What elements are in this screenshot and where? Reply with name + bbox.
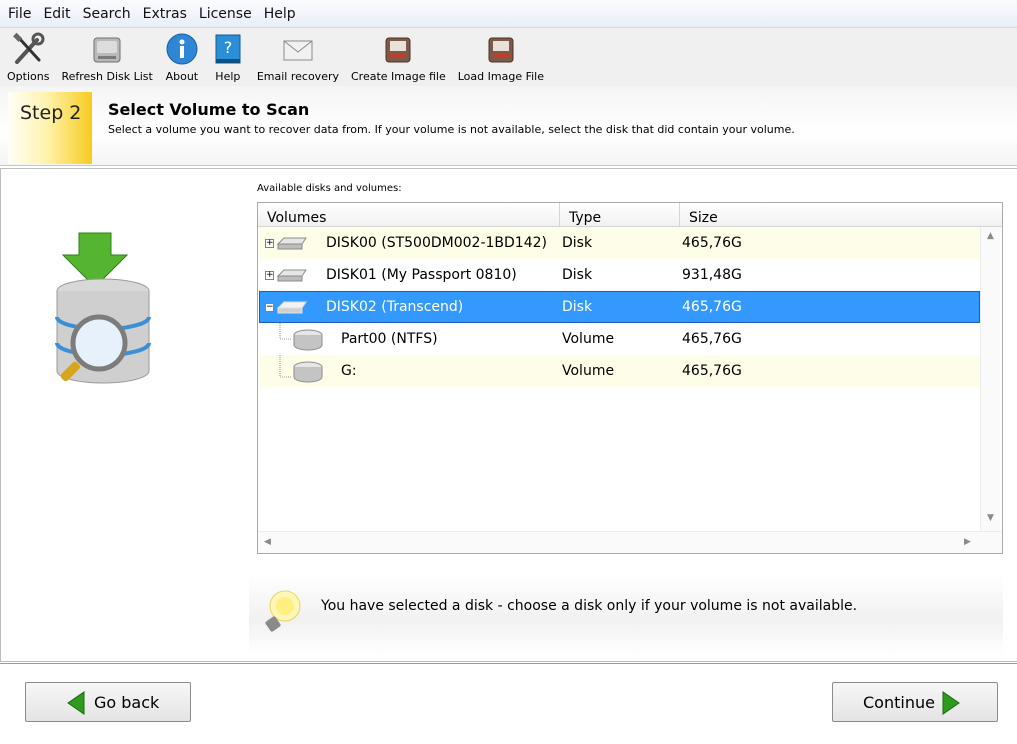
arrow-left-icon (67, 691, 85, 715)
volume-type: Volume (562, 331, 615, 347)
menu-help[interactable]: Help (258, 0, 302, 28)
disk-icon (276, 237, 307, 250)
volume-name: G: (341, 363, 357, 379)
create-image-icon (381, 32, 415, 66)
menu-license[interactable]: License (193, 0, 258, 28)
disk-scan-illustration-icon (51, 231, 161, 391)
help-label: Help (215, 70, 241, 83)
lightbulb-icon (265, 590, 301, 632)
volume-name: DISK01 (My Passport 0810) (326, 267, 517, 283)
column-header-volumes[interactable]: Volumes (258, 203, 560, 227)
volume-size: 465,76G (682, 235, 742, 251)
volume-type: Volume (562, 363, 615, 379)
options-tools-icon (11, 32, 45, 66)
info-banner: You have selected a disk - choose a disk… (249, 574, 1003, 656)
column-header-size[interactable]: Size (680, 203, 1002, 227)
continue-label: Continue (863, 692, 935, 712)
table-row[interactable]: + DISK01 (My Passport 0810) Disk 931,48G (259, 259, 980, 291)
volume-type: Disk (562, 267, 593, 283)
volume-list[interactable]: Volumes Type Size + DISK00 (ST500DM002-1… (257, 202, 1003, 554)
options-button[interactable]: Options (4, 28, 52, 83)
volume-size: 465,76G (682, 299, 742, 315)
volume-name: Part00 (NTFS) (341, 331, 438, 347)
create-image-file-button[interactable]: Create Image file (348, 28, 449, 83)
volume-name: DISK00 (ST500DM002-1BD142) (326, 235, 547, 251)
scroll-up-icon[interactable]: ▲ (987, 231, 994, 241)
email-recovery-label: Email recovery (256, 70, 339, 83)
scroll-down-icon[interactable]: ▼ (987, 513, 994, 523)
email-recovery-button[interactable]: Email recovery (254, 28, 342, 83)
volume-size: 931,48G (682, 267, 742, 283)
load-image-file-label: Load Image File (457, 70, 544, 83)
list-caption: Available disks and volumes: (257, 183, 402, 194)
volume-name: DISK02 (Transcend) (326, 299, 464, 315)
volume-size: 465,76G (682, 331, 742, 347)
load-image-icon (484, 32, 518, 66)
continue-button[interactable]: Continue (832, 682, 998, 722)
menu-edit[interactable]: Edit (37, 0, 76, 28)
email-icon (281, 32, 315, 66)
column-header-type[interactable]: Type (560, 203, 680, 227)
disk-icon (276, 301, 307, 314)
disk-icon (276, 269, 307, 282)
table-row[interactable]: + DISK00 (ST500DM002-1BD142) Disk 465,76… (259, 227, 980, 259)
volume-icon (293, 361, 323, 383)
help-book-icon: ? (211, 32, 245, 66)
load-image-file-button[interactable]: Load Image File (455, 28, 547, 83)
step-number: Step 2 (20, 102, 82, 124)
menu-search[interactable]: Search (77, 0, 137, 28)
collapse-icon[interactable]: − (265, 303, 274, 312)
step-header: Step 2 Select Volume to Scan Select a vo… (0, 86, 1017, 166)
svg-text:?: ? (224, 38, 233, 57)
scroll-left-icon[interactable]: ◀ (264, 537, 271, 547)
volume-icon (293, 329, 323, 351)
volume-type: Disk (562, 299, 593, 315)
expand-icon[interactable]: + (265, 239, 274, 248)
help-button[interactable]: ? Help (208, 28, 248, 83)
menu-extras[interactable]: Extras (137, 0, 193, 28)
refresh-disk-list-button[interactable]: Refresh Disk List (58, 28, 155, 83)
refresh-disk-list-label: Refresh Disk List (61, 70, 153, 83)
toolbar: Options Refresh Disk List About ? Help E… (0, 28, 1017, 86)
step-badge: Step 2 (8, 92, 92, 164)
go-back-button[interactable]: Go back (25, 682, 191, 722)
table-row-selected[interactable]: − DISK02 (Transcend) Disk 465,76G (259, 291, 980, 323)
table-row[interactable]: Part00 (NTFS) Volume 465,76G (259, 323, 980, 355)
options-label: Options (7, 70, 50, 83)
volume-type: Disk (562, 235, 593, 251)
about-label: About (165, 70, 199, 83)
expand-icon[interactable]: + (265, 271, 274, 280)
about-info-icon (165, 32, 199, 66)
info-message: You have selected a disk - choose a disk… (321, 598, 858, 614)
refresh-disk-icon (90, 32, 124, 66)
arrow-right-icon (942, 691, 960, 715)
create-image-file-label: Create Image file (351, 70, 446, 83)
scroll-right-icon[interactable]: ▶ (964, 537, 971, 547)
menu-bar: File Edit Search Extras License Help (0, 0, 1017, 28)
page-description: Select a volume you want to recover data… (108, 123, 795, 136)
vertical-scrollbar[interactable]: ▲ ▼ (980, 227, 1001, 533)
about-button[interactable]: About (162, 28, 202, 83)
table-row[interactable]: G: Volume 465,76G (259, 355, 980, 387)
go-back-label: Go back (94, 692, 160, 712)
footer: Go back Continue (0, 663, 1017, 744)
horizontal-scrollbar[interactable]: ◀ ▶ (258, 531, 1002, 553)
menu-file[interactable]: File (2, 0, 37, 28)
volume-size: 465,76G (682, 363, 742, 379)
main-panel: Available disks and volumes: Volumes Typ… (0, 168, 1017, 662)
page-title: Select Volume to Scan (108, 100, 310, 119)
list-header: Volumes Type Size (258, 203, 1002, 227)
